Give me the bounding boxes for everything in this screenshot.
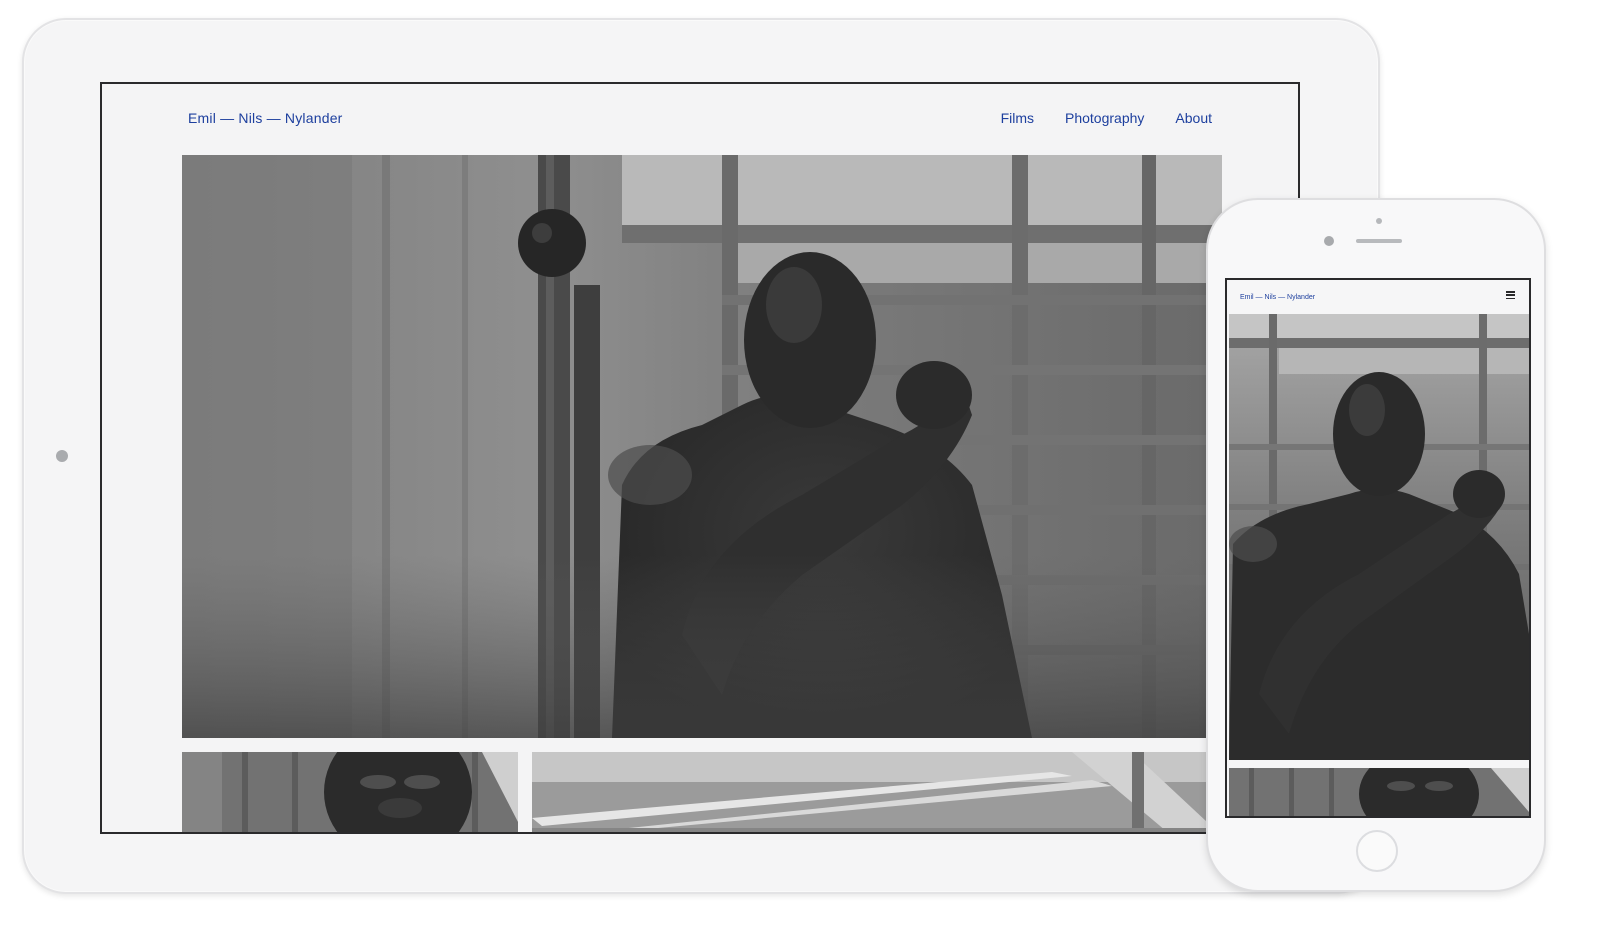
phone-camera-icon — [1324, 236, 1334, 246]
thumbnail-gym-lights-graphic — [532, 752, 1222, 832]
thumbnail-portrait[interactable] — [182, 752, 518, 832]
hamburger-menu-icon[interactable] — [1506, 291, 1515, 299]
device-mockup-scene: Emil — Nils — Nylander Films Photography… — [0, 0, 1600, 932]
thumbnail-gym-lights[interactable] — [532, 752, 1222, 832]
tablet-camera-icon — [56, 450, 68, 462]
mobile-hero-photo[interactable] — [1229, 314, 1529, 760]
nav-about[interactable]: About — [1175, 110, 1212, 126]
phone-device: Emil — Nils — Nylander — [1206, 198, 1546, 892]
mobile-hero-photo-graphic — [1229, 314, 1529, 760]
site-title-link[interactable]: Emil — Nils — Nylander — [188, 110, 343, 126]
tablet-device: Emil — Nils — Nylander Films Photography… — [22, 18, 1380, 894]
main-nav: Films Photography About — [1001, 110, 1212, 126]
home-button[interactable] — [1356, 830, 1398, 872]
phone-screen: Emil — Nils — Nylander — [1225, 278, 1531, 818]
tablet-screen: Emil — Nils — Nylander Films Photography… — [100, 82, 1300, 834]
thumbnail-portrait-graphic — [182, 752, 518, 832]
nav-films[interactable]: Films — [1001, 110, 1034, 126]
hero-photo-graphic — [182, 155, 1222, 738]
mobile-thumbnail-portrait-graphic — [1229, 768, 1529, 816]
phone-sensor-icon — [1376, 218, 1382, 224]
site-header: Emil — Nils — Nylander Films Photography… — [102, 84, 1298, 154]
mobile-site-title-link[interactable]: Emil — Nils — Nylander — [1240, 294, 1315, 301]
nav-photography[interactable]: Photography — [1065, 110, 1144, 126]
hero-photo[interactable] — [182, 155, 1222, 738]
thumbnail-row — [182, 752, 1222, 832]
mobile-thumbnail-portrait[interactable] — [1229, 768, 1529, 816]
phone-speaker-icon — [1356, 239, 1402, 243]
